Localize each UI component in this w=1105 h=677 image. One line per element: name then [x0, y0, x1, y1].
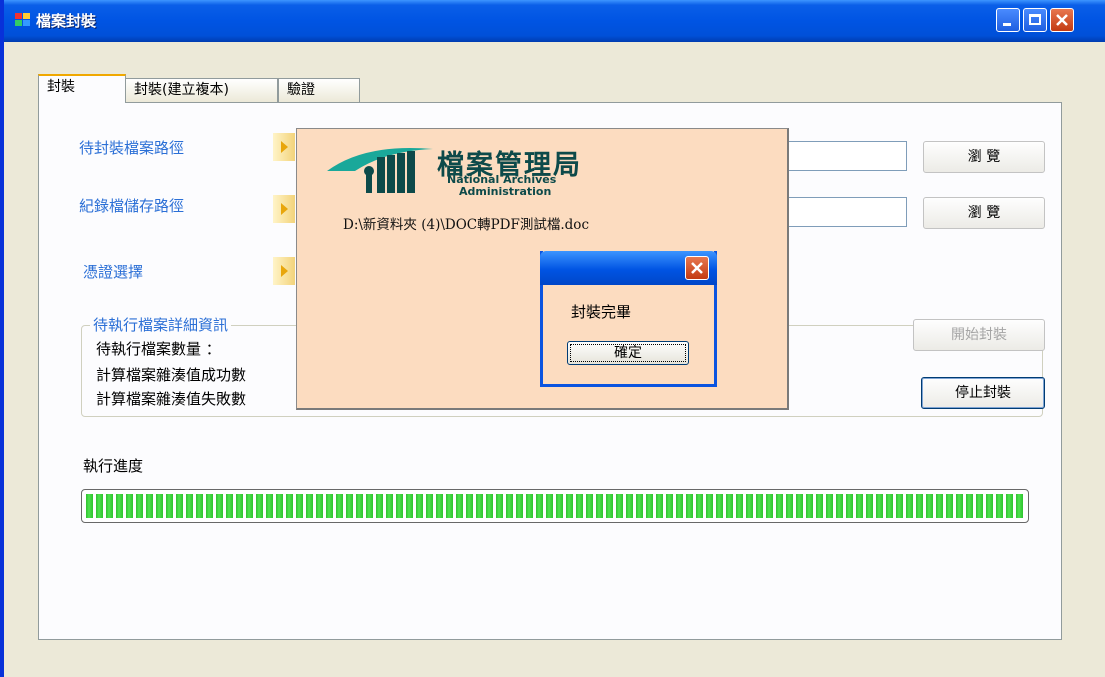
source-path-input[interactable] — [779, 141, 907, 171]
record-path-label: 紀錄檔儲存路徑 — [79, 197, 185, 215]
source-path-arrow-icon[interactable] — [273, 133, 295, 161]
progress-label: 執行進度 — [83, 457, 144, 475]
ok-button[interactable]: 確定 — [567, 341, 689, 365]
hash-success-label: 計算檔案雜湊值成功數 — [96, 366, 247, 384]
cert-select-arrow-icon[interactable] — [273, 257, 295, 285]
source-browse-button[interactable]: 瀏 覽 — [923, 141, 1045, 173]
hash-fail-label: 計算檔案雜湊值失敗數 — [96, 390, 247, 408]
archives-logo-icon — [327, 147, 433, 193]
minimize-icon — [1003, 23, 1011, 26]
close-icon — [1056, 14, 1068, 26]
tab-package-copy[interactable]: 封裝(建立複本) — [125, 78, 278, 102]
record-path-arrow-icon[interactable] — [273, 195, 295, 223]
tab-package-copy-label: 封裝(建立複本) — [134, 82, 229, 98]
tab-package-label: 封裝 — [47, 79, 75, 95]
splash-file-path: D:\新資料夾 (4)\DOC轉PDF測試檔.doc — [343, 217, 589, 233]
title-bar[interactable]: 檔案封裝 — [4, 0, 1105, 42]
app-icon — [15, 13, 31, 27]
progress-bar — [81, 489, 1029, 523]
progress-fill — [86, 494, 1024, 518]
message-close-button[interactable] — [685, 256, 709, 280]
tab-verify[interactable]: 驗證 — [278, 78, 360, 102]
maximize-icon — [1029, 14, 1041, 25]
message-text: 封裝完畢 — [571, 303, 632, 321]
stop-package-button[interactable]: 停止封裝 — [921, 377, 1045, 409]
main-window: 檔案封裝 封裝 封裝(建立複本) 驗證 待封裝檔案路徑 瀏 覽 紀錄檔儲存路徑 … — [0, 0, 1105, 677]
message-dialog: 封裝完畢 確定 — [540, 251, 717, 387]
close-icon — [691, 262, 703, 274]
tab-verify-label: 驗證 — [287, 82, 315, 98]
record-browse-button[interactable]: 瀏 覽 — [923, 197, 1045, 229]
logo-text-en-2: Administration — [459, 185, 552, 198]
message-dialog-title-bar[interactable] — [540, 251, 717, 285]
close-button[interactable] — [1050, 8, 1074, 32]
window-title: 檔案封裝 — [36, 12, 97, 30]
tab-package[interactable]: 封裝 — [38, 74, 126, 103]
record-path-input[interactable] — [779, 197, 907, 227]
cert-select-label: 憑證選擇 — [83, 263, 144, 281]
maximize-button[interactable] — [1023, 8, 1047, 32]
pending-count-label: 待執行檔案數量 ： — [96, 340, 221, 358]
source-path-label: 待封裝檔案路徑 — [79, 139, 185, 157]
start-package-button[interactable]: 開始封裝 — [913, 319, 1045, 351]
pending-details-title: 待執行檔案詳細資訊 — [90, 314, 232, 335]
minimize-button[interactable] — [996, 8, 1020, 32]
